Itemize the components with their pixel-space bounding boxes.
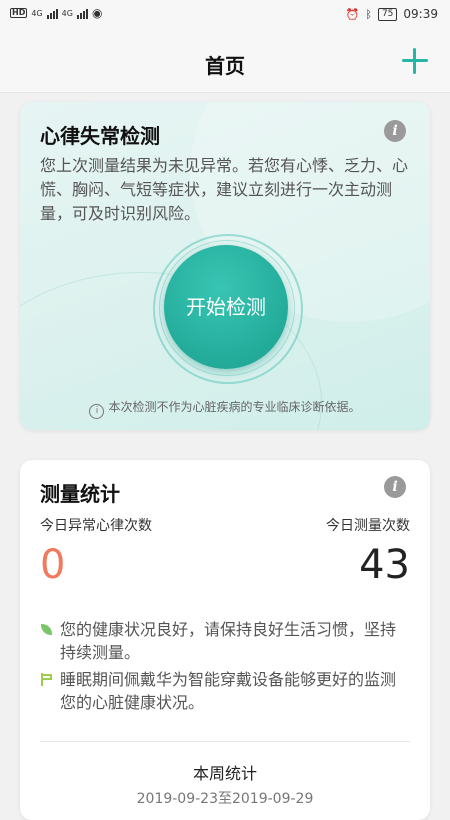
eye-icon: ◉: [91, 6, 103, 20]
signal-icon-2: [76, 7, 88, 19]
abnormal-count-value: 0: [40, 542, 66, 588]
stats-card-title: 测量统计: [40, 482, 120, 506]
total-count-label: 今日测量次数: [326, 518, 410, 534]
hd-icon: HD: [10, 8, 28, 18]
health-tip: 您的健康状况良好，请保持良好生活习惯，坚持持续测量。: [40, 618, 410, 664]
battery-indicator: 75: [377, 7, 398, 21]
info-icon[interactable]: i: [384, 120, 406, 142]
app-header: 首页: [0, 32, 450, 93]
sleep-tip: 睡眠期间佩戴华为智能穿戴设备能够更好的监测您的心脏健康状况。: [40, 668, 410, 714]
add-button[interactable]: [400, 46, 430, 76]
measurement-stats-card: 测量统计 i 今日异常心律次数 今日测量次数 0 43 您的健康状况良好，请保持…: [20, 460, 430, 820]
page-title: 首页: [205, 54, 245, 78]
network-indicators: HD 4G 4G ◉: [10, 6, 102, 20]
status-time: 09:39: [403, 7, 438, 21]
health-tip-text: 您的健康状况良好，请保持良好生活习惯，坚持持续测量。: [60, 620, 397, 662]
total-count-value: 43: [359, 542, 410, 588]
signal-icon: [46, 7, 58, 19]
abnormal-count-label: 今日异常心律次数: [40, 518, 152, 534]
info-small-icon: i: [89, 404, 105, 419]
start-detection-button[interactable]: 开始检测: [164, 245, 288, 369]
sleep-tip-text: 睡眠期间佩戴华为智能穿戴设备能够更好的监测您的心脏健康状况。: [60, 670, 397, 712]
network-type-1: 4G: [31, 8, 43, 18]
alarm-icon: ⏰: [345, 7, 360, 21]
weekly-date-range: 2019-09-23至2019-09-29: [136, 791, 314, 807]
disclaimer-text: 本次检测不作为心脏疾病的专业临床诊断依据。: [108, 400, 361, 414]
disclaimer: i 本次检测不作为心脏疾病的专业临床诊断依据。: [20, 398, 430, 419]
arrhythmia-detect-card: 心律失常检测 i 您上次测量结果为未见异常。若您有心悸、乏力、心慌、胸闷、气短等…: [20, 102, 430, 430]
status-right: ⏰ ᛒ 75 09:39: [346, 7, 438, 21]
flag-icon: [40, 673, 53, 686]
bluetooth-icon: ᛒ: [365, 7, 372, 21]
divider: [40, 741, 410, 742]
network-type-2: 4G: [61, 8, 73, 18]
detect-description: 您上次测量结果为未见异常。若您有心悸、乏力、心慌、胸闷、气短等症状，建议立刻进行…: [40, 156, 409, 223]
detect-card-title: 心律失常检测: [40, 124, 160, 148]
status-bar: HD 4G 4G ◉ ⏰ ᛒ 75 09:39: [0, 0, 450, 32]
weekly-stats-title[interactable]: 本周统计: [20, 760, 430, 784]
info-icon[interactable]: i: [384, 476, 406, 498]
